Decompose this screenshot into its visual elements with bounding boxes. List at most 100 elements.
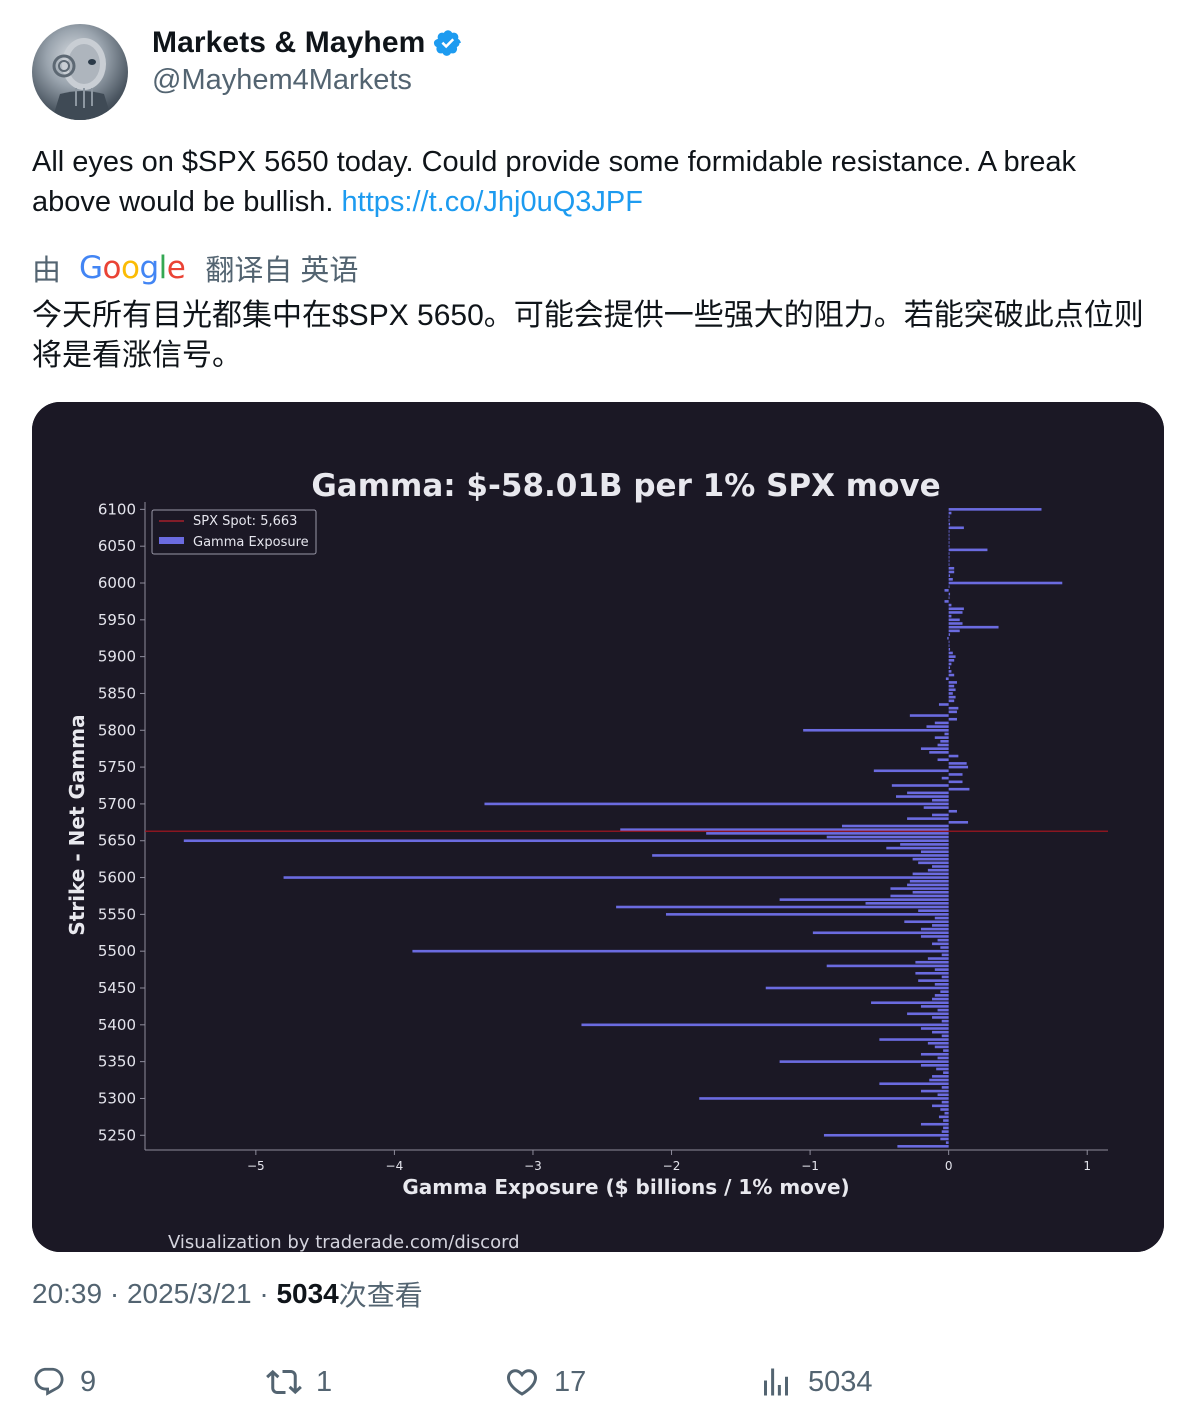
gamma-bar [932,813,949,817]
gamma-bar [699,1097,949,1100]
gamma-bar [948,695,956,699]
display-name[interactable]: Markets & Mayhem [152,26,425,60]
user-handle[interactable]: @Mayhem4Markets [152,64,463,97]
gamma-bar [943,1119,949,1122]
gamma-bar [948,625,999,629]
views-button[interactable]: 5034 [758,1362,873,1402]
y-tick-label: 5600 [98,869,136,887]
gamma-bar [934,994,949,997]
gamma-bar [932,1075,949,1078]
tweet-text: All eyes on $SPX 5650 today. Could provi… [32,142,1162,222]
like-button[interactable]: 17 [504,1362,586,1402]
gamma-bar [937,1093,949,1097]
translated-by-label: 由 [32,255,62,287]
gamma-bar [948,629,960,633]
gamma-bar [948,710,957,714]
gamma-bar [932,865,949,868]
avatar[interactable] [32,24,128,120]
translated-from-label[interactable]: 翻译自 英语 [205,247,358,289]
gamma-bar [948,607,964,611]
y-tick-label: 5550 [98,905,136,923]
gamma-bar [581,1023,949,1027]
gamma-bar [948,688,956,692]
gamma-bar [706,832,949,835]
verified-badge-icon[interactable] [433,28,463,58]
gamma-bar [948,773,963,776]
gamma-bar [932,1030,949,1034]
gamma-bar [920,1052,949,1056]
tweet-time[interactable]: 20:39 [32,1278,102,1310]
y-tick-label: 5650 [98,832,136,850]
views-action-count: 5034 [808,1365,873,1398]
legend-gamma-swatch [159,537,184,544]
gamma-bar [904,920,949,924]
gamma-bar [941,1019,949,1023]
gamma-bar [812,931,949,935]
gamma-bar [941,776,949,780]
gamma-bar [944,600,949,603]
gamma-bar [948,537,950,541]
gamma-bar [920,850,949,854]
gamma-bar [934,983,949,986]
tweet-link[interactable]: https://t.co/Jhj0uQ3JPF [342,186,643,218]
tweet-media-chart[interactable]: Gamma: $-58.01B per 1% SPX move 5250 5300… [32,402,1164,1252]
repost-button[interactable]: 1 [266,1362,332,1402]
y-tick-label: 5700 [98,795,136,813]
gamma-bar [803,728,949,732]
gamma-bar [909,714,949,717]
y-tick-label: 5350 [98,1053,136,1071]
gamma-bar [865,902,949,905]
y-tick-label: 5750 [98,758,136,776]
gamma-bar [948,585,950,588]
gamma-bar [932,924,949,927]
gamma-bar [940,1137,949,1141]
gamma-bar [938,1115,949,1119]
gamma-bar [937,743,949,747]
gamma-bar [948,618,960,622]
gamma-bar [937,1056,949,1060]
gamma-bar [918,979,949,982]
gamma-bar [941,1130,949,1133]
gamma-bar [932,798,949,802]
gamma-bar [484,802,949,806]
chart-title: Gamma: $-58.01B per 1% SPX move [311,468,940,504]
gamma-bar [944,589,949,592]
y-tick-label: 6050 [98,537,136,555]
legend-gamma-label: Gamma Exposure [193,535,309,550]
gamma-bar [940,990,949,993]
gamma-bar [915,971,949,975]
gamma-bar [841,824,949,828]
gamma-bar [927,868,949,872]
legend-spot-label: SPX Spot: 5,663 [193,514,297,529]
chart-ylabel: Strike - Net Gamma [65,714,89,935]
tweet-date[interactable]: 2025/3/21 [127,1278,252,1310]
gamma-bar [948,522,951,526]
gamma-bar [948,511,952,515]
gamma-bar [940,740,949,743]
gamma-bar [907,817,949,820]
views-count: 5034 [276,1278,339,1309]
like-count: 17 [554,1365,587,1398]
gamma-chart: Gamma: $-58.01B per 1% SPX move 5250 5300… [32,402,1164,1252]
gamma-bar [779,1060,949,1063]
gamma-bar [826,835,949,839]
y-tick-label: 5850 [98,684,136,702]
heart-icon [506,1369,538,1396]
gamma-bar [923,806,949,809]
gamma-bar [948,548,988,552]
gamma-bar [909,879,949,883]
gamma-bar [948,530,950,533]
x-tick-label: −3 [524,1159,542,1173]
gamma-bar [934,1045,949,1049]
gamma-bar [938,703,949,706]
gamma-bar [948,541,950,544]
gamma-bar [918,861,949,865]
gamma-bar [948,644,950,647]
gamma-bar [929,751,949,754]
gamma-bar [912,872,949,876]
gamma-bar [948,647,951,651]
gamma-bar [907,883,949,887]
gamma-bar [948,592,951,596]
meta-separator: · [109,1278,120,1309]
reply-button[interactable]: 9 [32,1362,96,1402]
